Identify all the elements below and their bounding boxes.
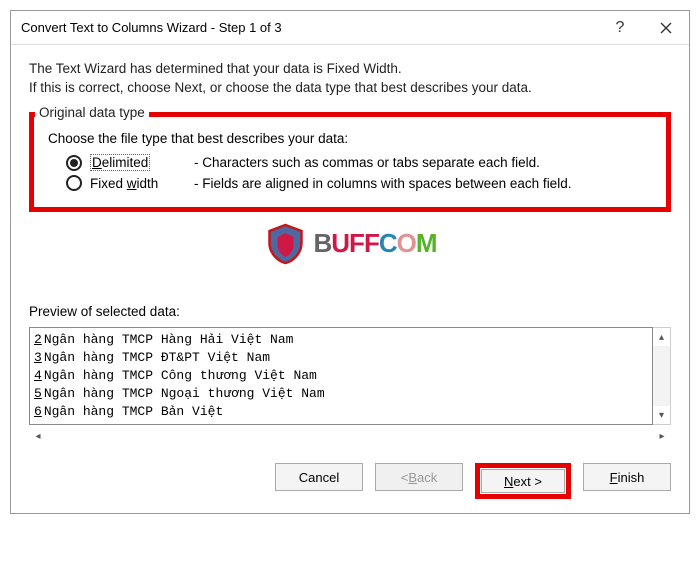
preview-row: 3Ngân hàng TMCP ĐT&PT Việt Nam	[34, 349, 648, 367]
description-line-2: If this is correct, choose Next, or choo…	[29, 80, 671, 95]
horizontal-scrollbar[interactable]: ◂ ▸	[29, 427, 671, 445]
scroll-right-icon[interactable]: ▸	[653, 427, 671, 445]
radio-delimited-label: Delimited	[90, 154, 190, 171]
next-button[interactable]: Next >	[481, 469, 565, 493]
preview-row: 4Ngân hàng TMCP Công thương Việt Nam	[34, 367, 648, 385]
dialog-title: Convert Text to Columns Wizard - Step 1 …	[21, 20, 597, 35]
preview-box: 2Ngân hàng TMCP Hàng Hải Việt Nam 3Ngân …	[29, 327, 653, 425]
button-row: Cancel < Back Next > Finish	[29, 463, 671, 499]
radio-fixed-width-input[interactable]	[66, 175, 82, 191]
description-line-1: The Text Wizard has determined that your…	[29, 61, 671, 76]
radio-fixed-width-desc: - Fields are aligned in columns with spa…	[194, 176, 571, 191]
vertical-scrollbar[interactable]: ▴ ▾	[653, 327, 671, 425]
scroll-down-icon[interactable]: ▾	[653, 406, 670, 424]
highlight-annotation: Choose the file type that best describes…	[29, 112, 671, 212]
preview-row: 5Ngân hàng TMCP Ngoại thương Việt Nam	[34, 385, 648, 403]
titlebar: Convert Text to Columns Wizard - Step 1 …	[11, 11, 689, 45]
choose-prompt: Choose the file type that best describes…	[48, 131, 656, 146]
radio-fixed-width[interactable]: Fixed width - Fields are aligned in colu…	[66, 175, 656, 191]
watermark: BUFFCOM	[263, 221, 436, 265]
finish-button[interactable]: Finish	[583, 463, 671, 491]
original-data-type-group: Original data type Choose the file type …	[29, 105, 671, 212]
preview-row: 6Ngân hàng TMCP Bản Việt	[34, 403, 648, 421]
scroll-up-icon[interactable]: ▴	[653, 328, 670, 346]
scroll-track[interactable]	[653, 346, 670, 406]
preview-label: Preview of selected data:	[29, 304, 671, 319]
wizard-dialog: Convert Text to Columns Wizard - Step 1 …	[10, 10, 690, 514]
fieldset-label: Original data type	[35, 105, 149, 120]
dialog-content: The Text Wizard has determined that your…	[11, 45, 689, 513]
close-icon	[660, 22, 672, 34]
radio-delimited-desc: - Characters such as commas or tabs sepa…	[194, 155, 540, 170]
radio-delimited-input[interactable]	[66, 155, 82, 171]
radio-fixed-width-label: Fixed width	[90, 176, 190, 191]
preview-row: 2Ngân hàng TMCP Hàng Hải Việt Nam	[34, 331, 648, 349]
highlight-annotation-next: Next >	[475, 463, 571, 499]
scroll-track-h[interactable]	[47, 427, 653, 445]
shield-icon	[263, 221, 307, 265]
close-button[interactable]	[643, 11, 689, 45]
cancel-button[interactable]: Cancel	[275, 463, 363, 491]
back-button: < Back	[375, 463, 463, 491]
preview-area: 2Ngân hàng TMCP Hàng Hải Việt Nam 3Ngân …	[29, 327, 671, 425]
help-button[interactable]: ?	[597, 11, 643, 45]
scroll-left-icon[interactable]: ◂	[29, 427, 47, 445]
radio-delimited[interactable]: Delimited - Characters such as commas or…	[66, 154, 656, 171]
